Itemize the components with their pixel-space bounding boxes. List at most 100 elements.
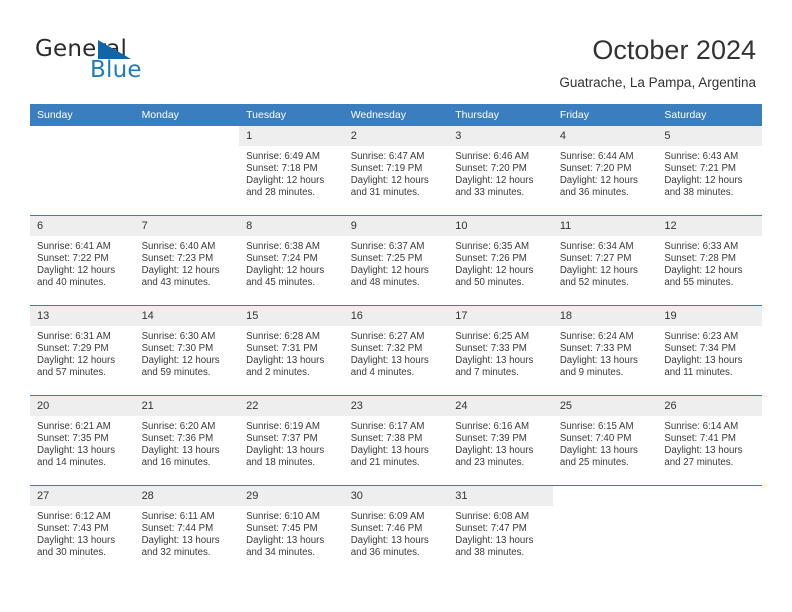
calendar-day-cell[interactable]: 19 Sunrise: 6:23 AM Sunset: 7:34 PM Dayl… — [657, 305, 762, 396]
calendar-day-cell[interactable]: 31 Sunrise: 6:08 AM Sunset: 7:47 PM Dayl… — [448, 485, 553, 575]
calendar-day-cell[interactable] — [135, 126, 240, 216]
sunrise-text: Sunrise: 6:10 AM — [246, 511, 320, 522]
calendar-week-row: 13 Sunrise: 6:31 AM Sunset: 7:29 PM Dayl… — [30, 305, 762, 396]
weekday-header-sunday: Sunday — [30, 104, 135, 126]
sunset-text: Sunset: 7:32 PM — [350, 343, 423, 355]
calendar-day-cell[interactable]: 6 Sunrise: 6:41 AM Sunset: 7:22 PM Dayli… — [30, 215, 135, 306]
day-details: Sunrise: 6:27 AM Sunset: 7:32 PM Dayligh… — [344, 326, 449, 379]
daylight-text-line1: Daylight: 13 hours — [141, 535, 220, 547]
day-number: 8 — [239, 216, 344, 236]
day-number: 25 — [552, 396, 658, 416]
day-cell-content: 2 Sunrise: 6:47 AM Sunset: 7:19 PM Dayli… — [343, 126, 449, 214]
day-number: 21 — [134, 396, 240, 416]
daylight-text-line2: and 33 minutes. — [455, 187, 525, 199]
day-details: Sunrise: 6:19 AM Sunset: 7:37 PM Dayligh… — [239, 416, 344, 469]
calendar-day-cell[interactable]: 1 Sunrise: 6:49 AM Sunset: 7:18 PM Dayli… — [239, 126, 344, 216]
calendar-day-cell[interactable]: 4 Sunrise: 6:44 AM Sunset: 7:20 PM Dayli… — [552, 126, 658, 216]
calendar-day-cell[interactable]: 5 Sunrise: 6:43 AM Sunset: 7:21 PM Dayli… — [657, 126, 762, 216]
calendar-day-cell[interactable]: 13 Sunrise: 6:31 AM Sunset: 7:29 PM Dayl… — [30, 305, 135, 396]
day-details: Sunrise: 6:16 AM Sunset: 7:39 PM Dayligh… — [448, 416, 553, 469]
day-number: 26 — [657, 396, 762, 416]
sunrise-text: Sunrise: 6:24 AM — [559, 331, 634, 342]
calendar-day-cell[interactable]: 25 Sunrise: 6:15 AM Sunset: 7:40 PM Dayl… — [552, 395, 658, 486]
calendar-header-row: Sunday Monday Tuesday Wednesday Thursday… — [30, 104, 762, 126]
day-details: Sunrise: 6:25 AM Sunset: 7:33 PM Dayligh… — [448, 326, 553, 379]
calendar-day-cell[interactable]: 15 Sunrise: 6:28 AM Sunset: 7:31 PM Dayl… — [239, 305, 344, 396]
calendar-day-cell[interactable]: 3 Sunrise: 6:46 AM Sunset: 7:20 PM Dayli… — [448, 126, 553, 216]
calendar-day-cell[interactable]: 9 Sunrise: 6:37 AM Sunset: 7:25 PM Dayli… — [343, 215, 449, 306]
weekday-header-thursday: Thursday — [448, 104, 553, 126]
day-cell-content: 8 Sunrise: 6:38 AM Sunset: 7:24 PM Dayli… — [239, 216, 344, 304]
generalblue-logo[interactable]: General Blue — [35, 36, 215, 86]
calendar-day-cell[interactable]: 21 Sunrise: 6:20 AM Sunset: 7:36 PM Dayl… — [134, 395, 240, 486]
weekday-header-wednesday: Wednesday — [343, 104, 449, 126]
sunrise-text: Sunrise: 6:14 AM — [664, 421, 739, 432]
sunset-text: Sunset: 7:40 PM — [559, 433, 632, 445]
calendar-day-cell[interactable]: 30 Sunrise: 6:09 AM Sunset: 7:46 PM Dayl… — [343, 485, 449, 575]
calendar-day-cell[interactable]: 7 Sunrise: 6:40 AM Sunset: 7:23 PM Dayli… — [134, 215, 240, 306]
day-cell-content: 7 Sunrise: 6:40 AM Sunset: 7:23 PM Dayli… — [134, 216, 240, 304]
calendar-day-cell[interactable]: 11 Sunrise: 6:34 AM Sunset: 7:27 PM Dayl… — [552, 215, 658, 306]
calendar-day-cell[interactable]: 20 Sunrise: 6:21 AM Sunset: 7:35 PM Dayl… — [30, 395, 135, 486]
sunset-text: Sunset: 7:22 PM — [37, 253, 109, 265]
day-details: Sunrise: 6:15 AM Sunset: 7:40 PM Dayligh… — [553, 416, 658, 469]
daylight-text-line1: Daylight: 13 hours — [559, 445, 638, 457]
calendar-day-cell[interactable]: 28 Sunrise: 6:11 AM Sunset: 7:44 PM Dayl… — [134, 485, 240, 575]
calendar-day-cell[interactable] — [30, 126, 135, 216]
day-cell-content — [135, 126, 240, 214]
calendar-day-cell[interactable]: 22 Sunrise: 6:19 AM Sunset: 7:37 PM Dayl… — [239, 395, 344, 486]
daylight-text-line1: Daylight: 13 hours — [455, 355, 534, 367]
daylight-text-line1: Daylight: 12 hours — [350, 265, 429, 277]
sunrise-text: Sunrise: 6:23 AM — [664, 331, 739, 342]
calendar-week-row: 27 Sunrise: 6:12 AM Sunset: 7:43 PM Dayl… — [30, 485, 762, 575]
day-details: Sunrise: 6:49 AM Sunset: 7:18 PM Dayligh… — [239, 146, 344, 199]
calendar-day-cell[interactable]: 18 Sunrise: 6:24 AM Sunset: 7:33 PM Dayl… — [552, 305, 658, 396]
sunrise-text: Sunrise: 6:21 AM — [37, 421, 111, 432]
day-number: 20 — [30, 396, 135, 416]
calendar-day-cell[interactable]: 12 Sunrise: 6:33 AM Sunset: 7:28 PM Dayl… — [657, 215, 762, 306]
day-details — [657, 506, 762, 511]
day-details: Sunrise: 6:38 AM Sunset: 7:24 PM Dayligh… — [239, 236, 344, 289]
calendar-day-cell[interactable]: 27 Sunrise: 6:12 AM Sunset: 7:43 PM Dayl… — [30, 485, 135, 575]
calendar-week-row: 1 Sunrise: 6:49 AM Sunset: 7:18 PM Dayli… — [30, 126, 762, 216]
day-cell-content: 11 Sunrise: 6:34 AM Sunset: 7:27 PM Dayl… — [552, 216, 658, 304]
calendar-day-cell[interactable]: 14 Sunrise: 6:30 AM Sunset: 7:30 PM Dayl… — [134, 305, 240, 396]
calendar-day-cell[interactable]: 16 Sunrise: 6:27 AM Sunset: 7:32 PM Dayl… — [343, 305, 449, 396]
day-cell-content: 1 Sunrise: 6:49 AM Sunset: 7:18 PM Dayli… — [239, 126, 344, 214]
title-block: October 2024 Guatrache, La Pampa, Argent… — [559, 34, 756, 91]
calendar-day-cell[interactable]: 10 Sunrise: 6:35 AM Sunset: 7:26 PM Dayl… — [448, 215, 553, 306]
calendar-day-cell[interactable]: 2 Sunrise: 6:47 AM Sunset: 7:19 PM Dayli… — [343, 126, 449, 216]
day-cell-content: 22 Sunrise: 6:19 AM Sunset: 7:37 PM Dayl… — [239, 396, 344, 484]
calendar-day-cell[interactable]: 17 Sunrise: 6:25 AM Sunset: 7:33 PM Dayl… — [448, 305, 553, 396]
page-title: October 2024 — [592, 35, 756, 65]
weekday-header-monday: Monday — [134, 104, 240, 126]
calendar-day-cell[interactable]: 23 Sunrise: 6:17 AM Sunset: 7:38 PM Dayl… — [343, 395, 449, 486]
sunrise-text: Sunrise: 6:12 AM — [37, 511, 111, 522]
daylight-text-line1: Daylight: 13 hours — [141, 445, 220, 457]
sunrise-text: Sunrise: 6:34 AM — [559, 241, 634, 252]
calendar-day-cell[interactable] — [552, 485, 658, 575]
calendar-day-cell[interactable]: 8 Sunrise: 6:38 AM Sunset: 7:24 PM Dayli… — [239, 215, 344, 306]
sunrise-text: Sunrise: 6:37 AM — [350, 241, 425, 252]
daylight-text-line2: and 9 minutes. — [559, 367, 624, 379]
day-number: 14 — [134, 306, 240, 326]
sunset-text: Sunset: 7:23 PM — [141, 253, 214, 265]
daylight-text-line2: and 14 minutes. — [37, 457, 106, 469]
calendar-day-cell[interactable]: 26 Sunrise: 6:14 AM Sunset: 7:41 PM Dayl… — [657, 395, 762, 486]
daylight-text-line2: and 7 minutes. — [455, 367, 519, 379]
sunrise-text: Sunrise: 6:08 AM — [455, 511, 530, 522]
day-details: Sunrise: 6:17 AM Sunset: 7:38 PM Dayligh… — [344, 416, 449, 469]
day-cell-content: 5 Sunrise: 6:43 AM Sunset: 7:21 PM Dayli… — [657, 126, 762, 214]
sunset-text: Sunset: 7:41 PM — [664, 433, 736, 445]
sunrise-text: Sunrise: 6:46 AM — [455, 151, 530, 162]
sunset-text: Sunset: 7:35 PM — [37, 433, 109, 445]
daylight-text-line1: Daylight: 13 hours — [246, 535, 325, 547]
calendar-day-cell[interactable] — [657, 485, 762, 575]
sunset-text: Sunset: 7:37 PM — [246, 433, 318, 445]
day-cell-content: 20 Sunrise: 6:21 AM Sunset: 7:35 PM Dayl… — [30, 396, 135, 484]
calendar-day-cell[interactable]: 29 Sunrise: 6:10 AM Sunset: 7:45 PM Dayl… — [239, 485, 344, 575]
daylight-text-line1: Daylight: 13 hours — [455, 535, 534, 547]
day-details: Sunrise: 6:11 AM Sunset: 7:44 PM Dayligh… — [135, 506, 240, 559]
sunset-text: Sunset: 7:43 PM — [37, 523, 109, 535]
calendar-day-cell[interactable]: 24 Sunrise: 6:16 AM Sunset: 7:39 PM Dayl… — [448, 395, 553, 486]
